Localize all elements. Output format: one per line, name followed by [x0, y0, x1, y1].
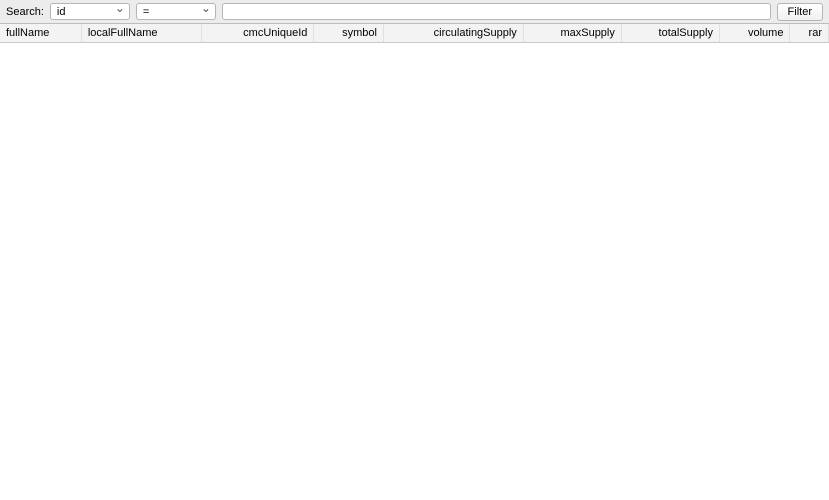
col-maxSupply[interactable]: maxSupply [523, 24, 621, 43]
field-select-value: id [57, 6, 66, 18]
col-totalSupply[interactable]: totalSupply [621, 24, 719, 43]
operator-select-value: = [143, 6, 149, 18]
filter-button-label: Filter [788, 6, 812, 18]
data-table: fullNamelocalFullNamecmcUniqueIdsymbolci… [0, 24, 829, 43]
search-label: Search: [6, 6, 44, 18]
col-fullName[interactable]: fullName [0, 24, 81, 43]
col-volume[interactable]: volume [719, 24, 790, 43]
header-row: fullNamelocalFullNamecmcUniqueIdsymbolci… [0, 24, 829, 43]
col-localFullName[interactable]: localFullName [81, 24, 201, 43]
search-input[interactable] [222, 3, 771, 20]
field-select[interactable]: id [50, 3, 130, 20]
col-rar[interactable]: rar [790, 24, 829, 43]
col-cmcUniqueId[interactable]: cmcUniqueId [202, 24, 314, 43]
filter-button[interactable]: Filter [777, 3, 823, 21]
operator-select[interactable]: = [136, 3, 216, 20]
col-symbol[interactable]: symbol [314, 24, 384, 43]
search-toolbar: Search: id = Filter [0, 0, 829, 24]
table-viewport[interactable]: fullNamelocalFullNamecmcUniqueIdsymbolci… [0, 24, 829, 498]
search-input-wrap [222, 3, 771, 20]
col-circulatingSupply[interactable]: circulatingSupply [383, 24, 523, 43]
